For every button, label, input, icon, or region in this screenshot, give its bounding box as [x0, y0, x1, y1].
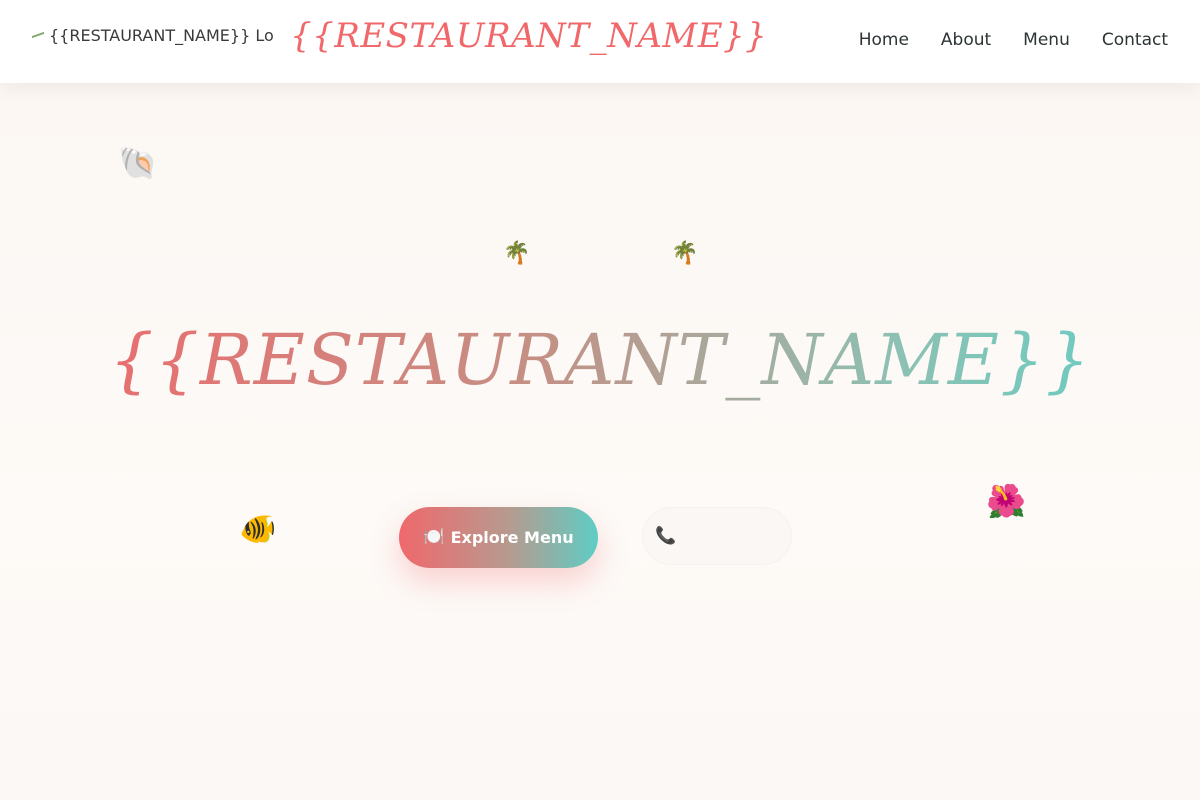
brand-name[interactable]: {{RESTAURANT_NAME}} [290, 16, 767, 56]
shell-icon: 🐚 [118, 144, 158, 182]
main-nav: Home About Menu Contact [859, 30, 1168, 50]
phone-icon: 📞 [655, 525, 677, 546]
nav-link-about[interactable]: About [941, 30, 991, 50]
hero-section: 🐚 🌴 🌴 {{RESTAURANT_NAME}} 🐠 🌺 🍽️ Explore… [0, 83, 1200, 800]
logo[interactable]: {{RESTAURANT_NAME}} Logo [32, 22, 274, 48]
broken-image-icon [32, 30, 46, 40]
tropical-fish-icon: 🐠 [239, 512, 277, 547]
hibiscus-icon: 🌺 [986, 482, 1026, 520]
call-button[interactable]: 📞 [642, 507, 792, 565]
nav-link-home[interactable]: Home [859, 30, 909, 50]
site-header: {{RESTAURANT_NAME}} Logo {{RESTAURANT_NA… [0, 0, 1200, 83]
explore-menu-label: Explore Menu [450, 528, 574, 547]
nav-link-contact[interactable]: Contact [1102, 30, 1168, 50]
nav-link-menu[interactable]: Menu [1023, 30, 1070, 50]
palm-tree-icon: 🌴 [671, 241, 699, 266]
plate-icon: 🍽️ [423, 527, 445, 547]
palm-tree-icon: 🌴 [503, 241, 531, 266]
logo-alt-text: {{RESTAURANT_NAME}} Logo [49, 25, 274, 45]
hero-title: {{RESTAURANT_NAME}} [0, 319, 1200, 401]
explore-menu-button[interactable]: 🍽️ Explore Menu [399, 507, 598, 568]
